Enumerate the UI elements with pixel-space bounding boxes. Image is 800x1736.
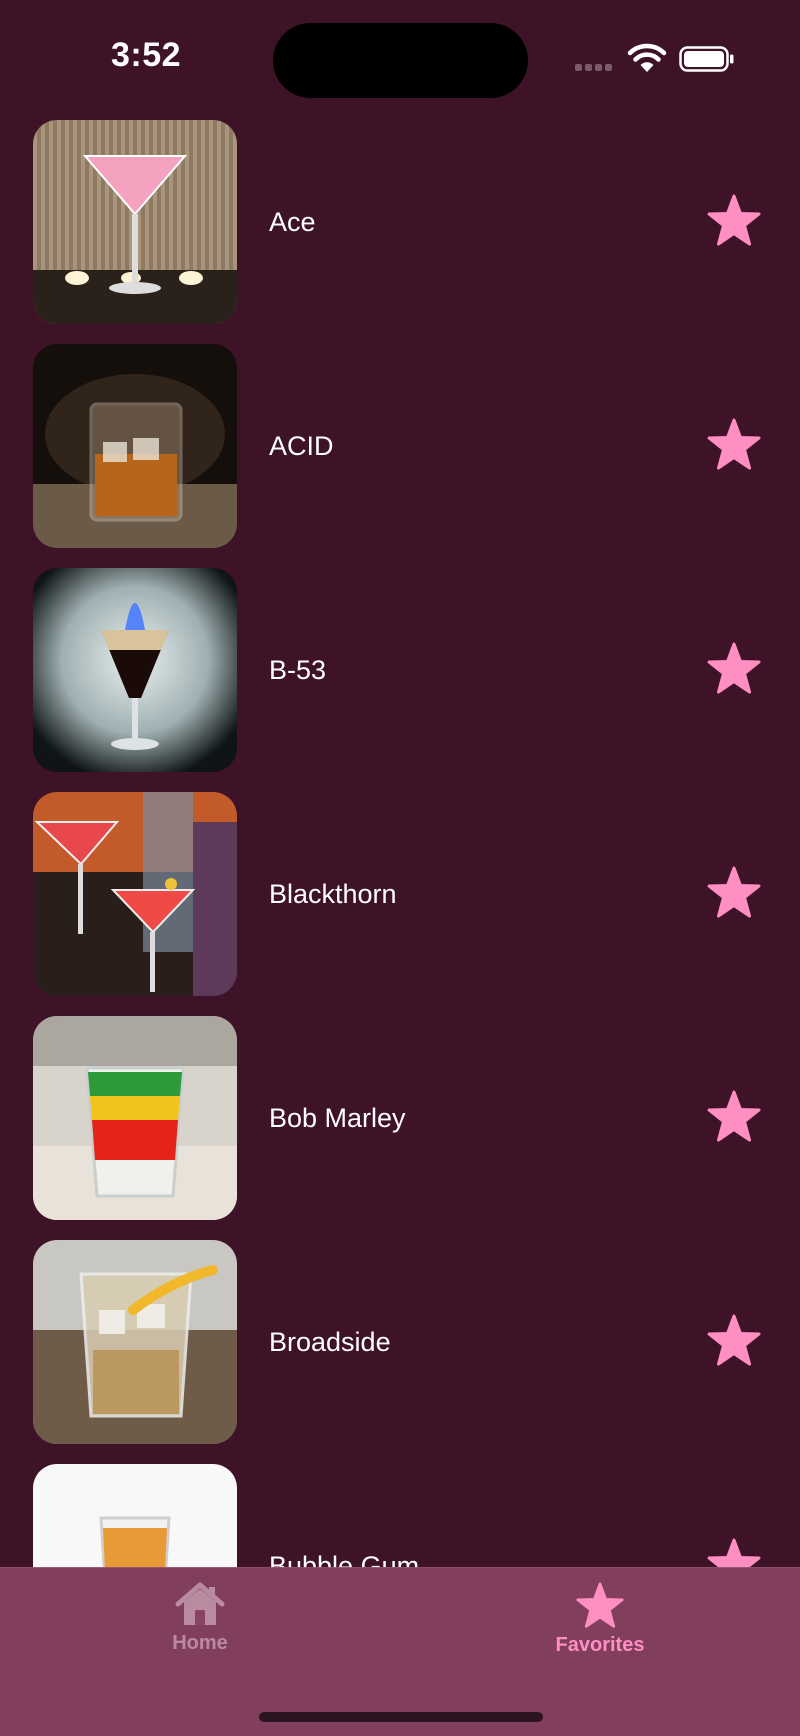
list-item[interactable]: Broadside xyxy=(0,1240,800,1444)
cocktail-name: Bubble Gum xyxy=(269,1551,420,1568)
list-item[interactable]: Blackthorn xyxy=(0,792,800,996)
cocktail-thumbnail xyxy=(33,1240,237,1444)
cocktail-thumbnail xyxy=(33,344,237,548)
star-icon[interactable] xyxy=(706,1090,762,1144)
cocktail-thumbnail xyxy=(33,120,237,324)
list-item[interactable]: Ace xyxy=(0,120,800,324)
tab-home-label: Home xyxy=(172,1632,228,1654)
cocktail-thumbnail xyxy=(33,568,237,772)
tab-home[interactable]: Home xyxy=(100,1582,300,1672)
cocktail-name: Blackthorn xyxy=(269,879,397,909)
cocktail-name: Broadside xyxy=(269,1327,391,1357)
star-icon xyxy=(576,1582,624,1628)
cocktail-name: B-53 xyxy=(269,655,327,685)
status-time: 3:52 xyxy=(110,36,182,74)
cocktail-name: Ace xyxy=(269,207,316,237)
cocktail-list[interactable]: Ace ACID B-53 Blackthorn Bob Marley Broa… xyxy=(0,120,800,1568)
cocktail-thumbnail xyxy=(33,1016,237,1220)
dynamic-island xyxy=(273,23,528,98)
cocktail-name: Bob Marley xyxy=(269,1103,406,1133)
list-item[interactable]: ACID xyxy=(0,344,800,548)
status-bar: 3:52 xyxy=(0,0,800,118)
cocktail-thumbnail xyxy=(33,792,237,996)
tab-bar: Home Favorites xyxy=(0,1567,800,1736)
list-item[interactable]: Bob Marley xyxy=(0,1016,800,1220)
cellular-signal-icon xyxy=(575,64,615,72)
list-item[interactable]: Bubble Gum xyxy=(0,1464,800,1568)
cocktail-thumbnail xyxy=(33,1464,237,1568)
star-icon[interactable] xyxy=(706,1538,762,1568)
star-icon[interactable] xyxy=(706,1314,762,1368)
house-icon xyxy=(175,1582,225,1625)
wifi-icon xyxy=(627,43,667,72)
star-icon[interactable] xyxy=(706,194,762,248)
tab-favorites[interactable]: Favorites xyxy=(500,1582,700,1672)
star-icon[interactable] xyxy=(706,642,762,696)
home-indicator[interactable] xyxy=(259,1712,543,1722)
tab-favorites-label: Favorites xyxy=(555,1634,645,1656)
cocktail-name: ACID xyxy=(269,431,334,461)
star-icon[interactable] xyxy=(706,866,762,920)
battery-icon xyxy=(679,46,734,72)
list-item[interactable]: B-53 xyxy=(0,568,800,772)
star-icon[interactable] xyxy=(706,418,762,472)
